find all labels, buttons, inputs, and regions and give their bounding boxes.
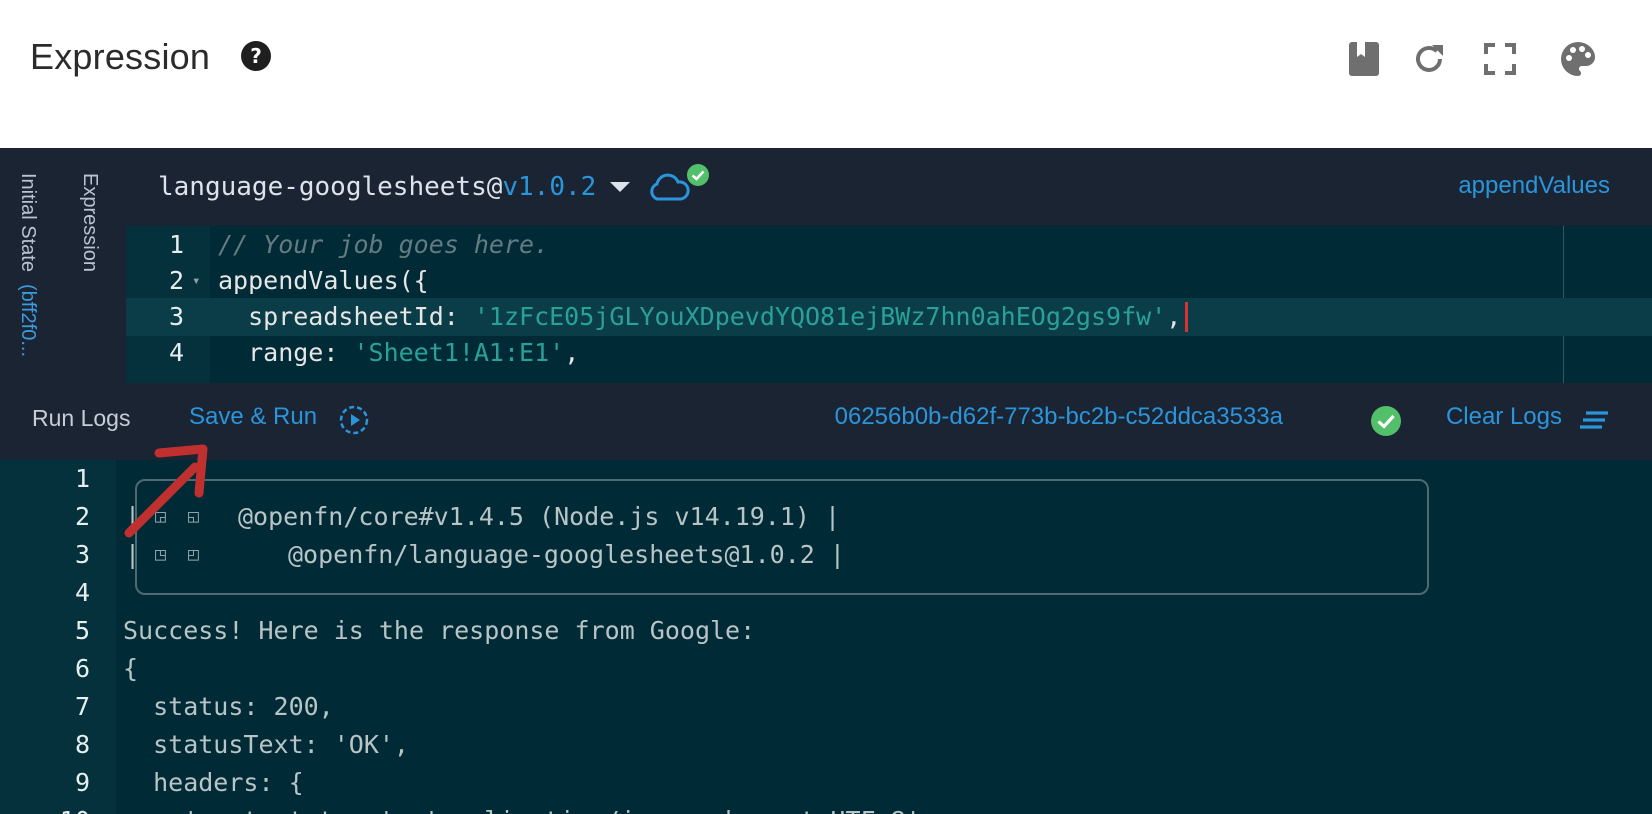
line-number: 3 <box>168 302 184 331</box>
log-line: 1 <box>0 460 1652 498</box>
log-line: 2 | ◲ ◱ @openfn/core#v1.4.5 (Node.js v14… <box>0 498 1652 536</box>
log-text: statusText: 'OK', <box>123 730 409 759</box>
code-line-active: 3 spreadsheetId: '1zFcE05jGLYouXDpevdYQO… <box>126 298 1652 336</box>
save-and-run-button[interactable]: Save & Run <box>189 403 317 431</box>
code-line: 2 ▾ appendValues({ <box>126 262 1652 300</box>
tab-initial-state[interactable]: Initial State (bff2f0... <box>16 173 39 357</box>
adaptor-version: v1.0.2 <box>502 172 597 202</box>
chevron-down-icon[interactable] <box>610 182 631 192</box>
clear-logs-button[interactable]: Clear Logs <box>1446 403 1562 431</box>
line-number: 7 <box>74 692 90 721</box>
code-line: 1 // Your job goes here. <box>126 226 1652 264</box>
code-punct: , <box>1166 302 1182 331</box>
bookmark-icon[interactable] <box>1345 40 1383 78</box>
line-number: 5 <box>74 616 90 645</box>
cloud-icon <box>650 173 690 201</box>
code-punct: , <box>564 338 580 367</box>
box-corner-icon: ◳ <box>155 544 166 565</box>
palette-icon[interactable] <box>1559 40 1597 78</box>
log-text: 'content-type': 'application/json; chars… <box>123 802 936 814</box>
adaptor-selector[interactable]: language-googlesheets@ v1.0.2 <box>158 164 710 204</box>
log-line: 8 statusText: 'OK', <box>0 726 1652 764</box>
log-text: @openfn/language-googlesheets@1.0.2 | <box>288 540 845 569</box>
line-number: 6 <box>74 654 90 683</box>
code-key: spreadsheetId: <box>218 302 474 331</box>
header-bar: Expression ? <box>0 0 1652 148</box>
log-text: @openfn/core#v1.4.5 (Node.js v14.19.1) | <box>238 502 841 531</box>
log-line: 10 'content-type': 'application/json; ch… <box>0 802 1652 814</box>
code-comment: // Your job goes here. <box>218 230 550 259</box>
adaptor-name: language-googlesheets@ <box>158 172 503 202</box>
play-circle-icon[interactable] <box>338 404 370 436</box>
clear-all-icon[interactable] <box>1580 409 1610 433</box>
log-text-bar: | <box>125 540 141 569</box>
line-number: 2 <box>168 266 184 295</box>
initial-state-hash: (bff2f0... <box>17 283 39 357</box>
line-number: 9 <box>74 768 90 797</box>
text-cursor <box>1185 302 1188 332</box>
log-output[interactable]: 1 2 | ◲ ◱ @openfn/core#v1.4.5 (Node.js v… <box>0 460 1652 814</box>
code-text: spreadsheetId: '1zFcE05jGLYouXDpevdYQO81… <box>218 298 1181 336</box>
log-line: 9 headers: { <box>0 764 1652 802</box>
code-line: 4 range: 'Sheet1!A1:E1', <box>126 334 1652 372</box>
tab-expression[interactable]: Expression <box>78 173 101 272</box>
log-line: 3 | ◳ ◰ @openfn/language-googlesheets@1.… <box>0 536 1652 574</box>
code-string: '1zFcE05jGLYouXDpevdYQO81ejBWz7hn0ahEOg2… <box>473 302 1167 331</box>
log-line: 7 status: 200, <box>0 688 1652 726</box>
check-circle-icon <box>1371 406 1401 436</box>
editor-panel: Initial State (bff2f0... Expression lang… <box>0 148 1652 383</box>
logs-toolbar: Run Logs Save & Run 06256b0b-d62f-773b-b… <box>0 383 1652 460</box>
line-number: 4 <box>168 338 184 367</box>
box-corner-icon: ◰ <box>188 544 199 565</box>
log-line: 5 Success! Here is the response from Goo… <box>0 612 1652 650</box>
run-id-link[interactable]: 06256b0b-d62f-773b-bc2b-c52ddca3533a <box>835 403 1283 431</box>
code-string: 'Sheet1!A1:E1' <box>353 338 565 367</box>
box-corner-icon: ◱ <box>188 506 199 527</box>
line-number: 1 <box>74 464 90 493</box>
code-text: appendValues({ <box>218 266 429 295</box>
code-key: range: <box>218 338 354 367</box>
box-corner-icon: ◲ <box>155 506 166 527</box>
fold-arrow-icon[interactable]: ▾ <box>192 262 200 300</box>
line-number: 3 <box>74 540 90 569</box>
log-line: 6 { <box>0 650 1652 688</box>
line-number: 10 <box>0 802 90 814</box>
line-number: 2 <box>74 502 90 531</box>
log-text: status: 200, <box>123 692 334 721</box>
page-title: Expression <box>30 36 211 77</box>
code-editor[interactable]: 1 // Your job goes here. 2 ▾ appendValue… <box>126 226 1652 383</box>
log-text: Success! Here is the response from Googl… <box>123 616 756 645</box>
help-icon[interactable]: ? <box>240 40 272 72</box>
svg-text:?: ? <box>250 44 262 68</box>
log-line: 4 <box>0 574 1652 612</box>
run-logs-label: Run Logs <box>32 405 131 431</box>
operation-link[interactable]: appendValues <box>1458 172 1610 200</box>
refresh-icon[interactable] <box>1410 40 1448 78</box>
check-circle-icon <box>687 164 710 186</box>
tab-initial-state-label: Initial State <box>17 173 39 272</box>
line-number: 8 <box>74 730 90 759</box>
fullscreen-icon[interactable] <box>1481 40 1519 78</box>
log-text: headers: { <box>123 768 304 797</box>
log-text: { <box>123 654 139 683</box>
code-text: range: 'Sheet1!A1:E1', <box>218 334 579 372</box>
line-number: 1 <box>168 230 184 259</box>
line-number: 4 <box>74 578 90 607</box>
log-text-bar: | <box>125 502 141 531</box>
